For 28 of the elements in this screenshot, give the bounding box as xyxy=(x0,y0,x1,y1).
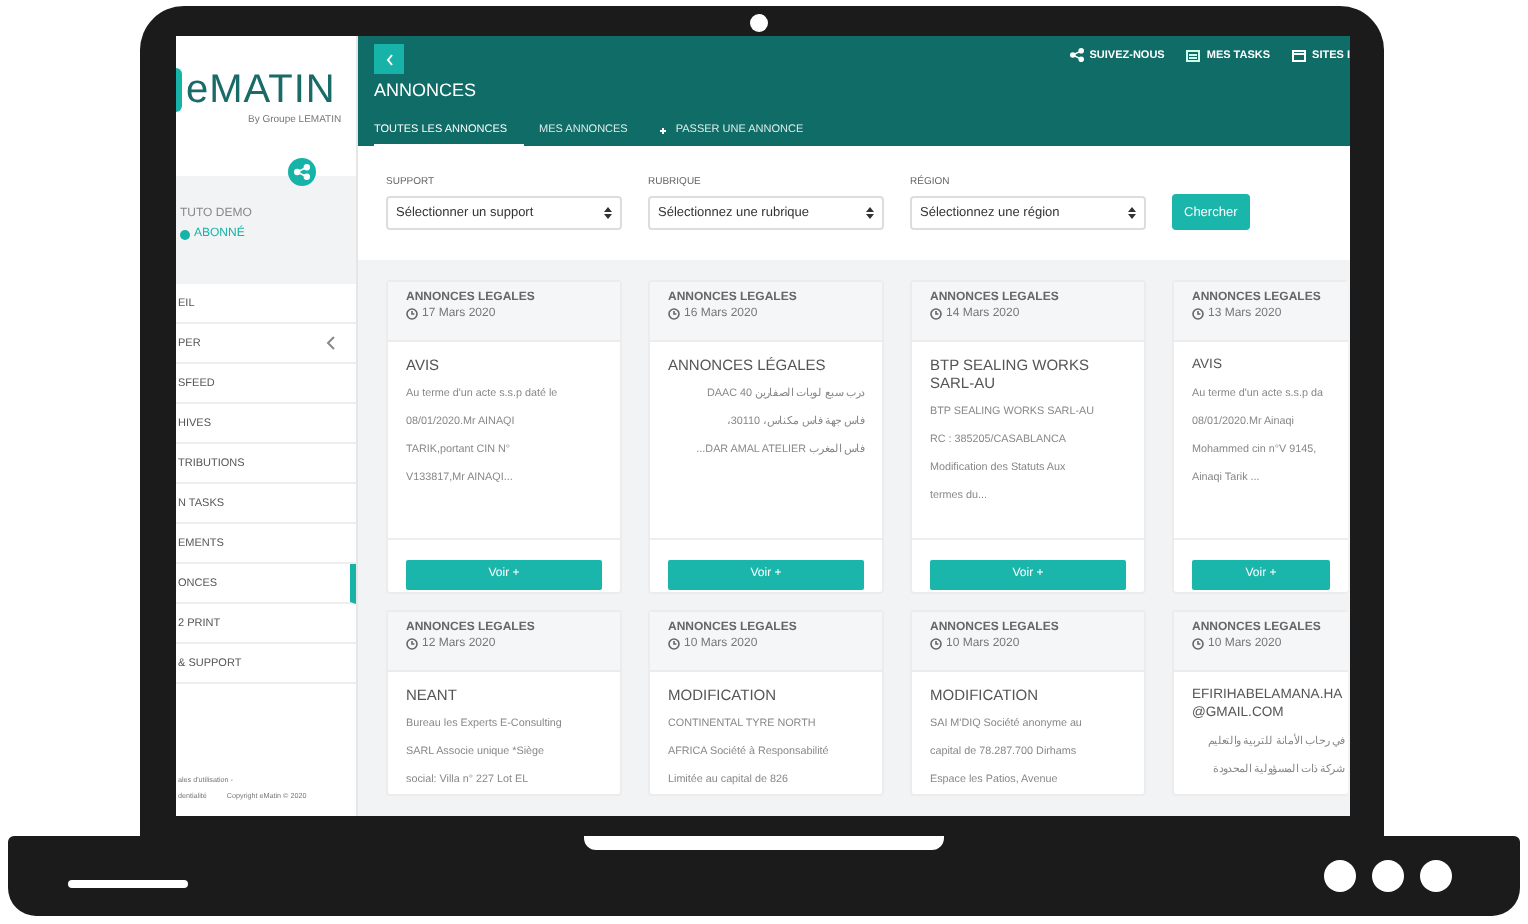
clock-icon xyxy=(1192,308,1204,320)
logo-mark xyxy=(176,68,182,112)
status-dot-icon xyxy=(180,229,190,239)
sort-arrows-icon xyxy=(1128,206,1136,220)
share-button[interactable] xyxy=(288,158,316,186)
clock-icon xyxy=(406,308,418,320)
clock-icon xyxy=(668,308,680,320)
plus-icon xyxy=(659,127,666,133)
share-icon xyxy=(1069,48,1084,62)
clock-icon xyxy=(668,638,680,650)
clock-icon xyxy=(1192,638,1204,650)
clock-icon xyxy=(930,638,942,650)
window-icon xyxy=(1292,49,1307,61)
sort-arrows-icon xyxy=(866,206,874,220)
back-button[interactable] xyxy=(374,44,404,74)
dot-icon xyxy=(1324,860,1356,892)
sort-arrows-icon xyxy=(604,206,612,220)
list-icon xyxy=(1186,49,1201,61)
page-title: ANNONCES xyxy=(374,80,479,100)
chevron-left-icon xyxy=(385,53,393,65)
dot-icon xyxy=(1420,860,1452,892)
dot-icon xyxy=(1372,860,1404,892)
share-icon xyxy=(294,164,310,180)
logo-text: eMATIN xyxy=(186,68,336,112)
clock-icon xyxy=(930,308,942,320)
clock-icon xyxy=(406,638,418,650)
camera-dot xyxy=(750,14,768,32)
laptop-slot xyxy=(68,880,188,888)
